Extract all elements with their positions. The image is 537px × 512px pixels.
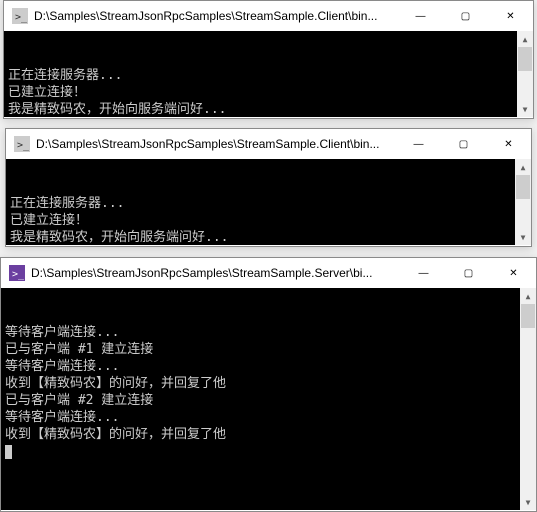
titlebar[interactable]: >_ D:\Samples\StreamJsonRpcSamples\Strea…	[1, 258, 536, 288]
console-line: 等待客户端连接...	[5, 324, 532, 341]
window-controls: — ▢ ✕	[398, 1, 533, 31]
maximize-button[interactable]: ▢	[446, 258, 491, 288]
window-controls: — ▢ ✕	[396, 129, 531, 159]
svg-text:>_: >_	[15, 12, 28, 23]
window-title: D:\Samples\StreamJsonRpcSamples\StreamSa…	[34, 9, 398, 23]
window-title: D:\Samples\StreamJsonRpcSamples\StreamSa…	[36, 137, 396, 151]
console-output: 正在连接服务器...已建立连接！我是精致码农，开始向服务端问好...来自服务端的…	[4, 31, 533, 117]
minimize-button[interactable]: —	[401, 258, 446, 288]
console-output: 等待客户端连接...已与客户端 #1 建立连接等待客户端连接...收到【精致码农…	[1, 288, 536, 510]
console-window-client-1[interactable]: >_ D:\Samples\StreamJsonRpcSamples\Strea…	[3, 0, 534, 119]
console-app-icon: >_	[12, 8, 28, 24]
scroll-up-icon[interactable]: ▲	[515, 159, 531, 175]
maximize-button[interactable]: ▢	[443, 1, 488, 31]
scroll-thumb[interactable]	[521, 304, 535, 328]
console-line: 收到【精致码农】的问好，并回复了他	[5, 426, 532, 443]
svg-text:>_: >_	[12, 269, 25, 280]
svg-text:>_: >_	[17, 140, 30, 151]
scroll-up-icon[interactable]: ▲	[520, 288, 536, 304]
console-line: 等待客户端连接...	[5, 358, 532, 375]
titlebar[interactable]: >_ D:\Samples\StreamJsonRpcSamples\Strea…	[6, 129, 531, 159]
console-line: 已建立连接！	[10, 212, 527, 229]
console-output: 正在连接服务器...已建立连接！我是精致码农，开始向服务端问好...来自服务端的…	[6, 159, 531, 245]
scroll-thumb[interactable]	[516, 175, 530, 199]
scroll-up-icon[interactable]: ▲	[517, 31, 533, 47]
console-app-icon: >_	[9, 265, 25, 281]
console-line: 已建立连接！	[8, 84, 529, 101]
scrollbar[interactable]: ▲ ▼	[515, 159, 531, 245]
console-line: 等待客户端连接...	[5, 409, 532, 426]
scrollbar[interactable]: ▲ ▼	[520, 288, 536, 510]
console-line: 已与客户端 #2 建立连接	[5, 392, 532, 409]
console-line: 正在连接服务器...	[8, 67, 529, 84]
console-window-server[interactable]: >_ D:\Samples\StreamJsonRpcSamples\Strea…	[0, 257, 537, 512]
console-line: 收到【精致码农】的问好，并回复了他	[5, 375, 532, 392]
minimize-button[interactable]: —	[396, 129, 441, 159]
cursor	[5, 445, 12, 459]
close-button[interactable]: ✕	[491, 258, 536, 288]
console-window-client-2[interactable]: >_ D:\Samples\StreamJsonRpcSamples\Strea…	[5, 128, 532, 247]
close-button[interactable]: ✕	[488, 1, 533, 31]
window-controls: — ▢ ✕	[401, 258, 536, 288]
console-line: 我是精致码农，开始向服务端问好...	[10, 229, 527, 245]
minimize-button[interactable]: —	[398, 1, 443, 31]
console-line: 已与客户端 #1 建立连接	[5, 341, 532, 358]
window-title: D:\Samples\StreamJsonRpcSamples\StreamSa…	[31, 266, 401, 280]
console-line: 正在连接服务器...	[10, 195, 527, 212]
scrollbar[interactable]: ▲ ▼	[517, 31, 533, 117]
scroll-down-icon[interactable]: ▼	[520, 494, 536, 510]
console-line	[5, 443, 532, 460]
maximize-button[interactable]: ▢	[441, 129, 486, 159]
scroll-down-icon[interactable]: ▼	[515, 229, 531, 245]
titlebar[interactable]: >_ D:\Samples\StreamJsonRpcSamples\Strea…	[4, 1, 533, 31]
close-button[interactable]: ✕	[486, 129, 531, 159]
console-line: 我是精致码农，开始向服务端问好...	[8, 101, 529, 117]
console-app-icon: >_	[14, 136, 30, 152]
scroll-thumb[interactable]	[518, 47, 532, 71]
scroll-down-icon[interactable]: ▼	[517, 101, 533, 117]
